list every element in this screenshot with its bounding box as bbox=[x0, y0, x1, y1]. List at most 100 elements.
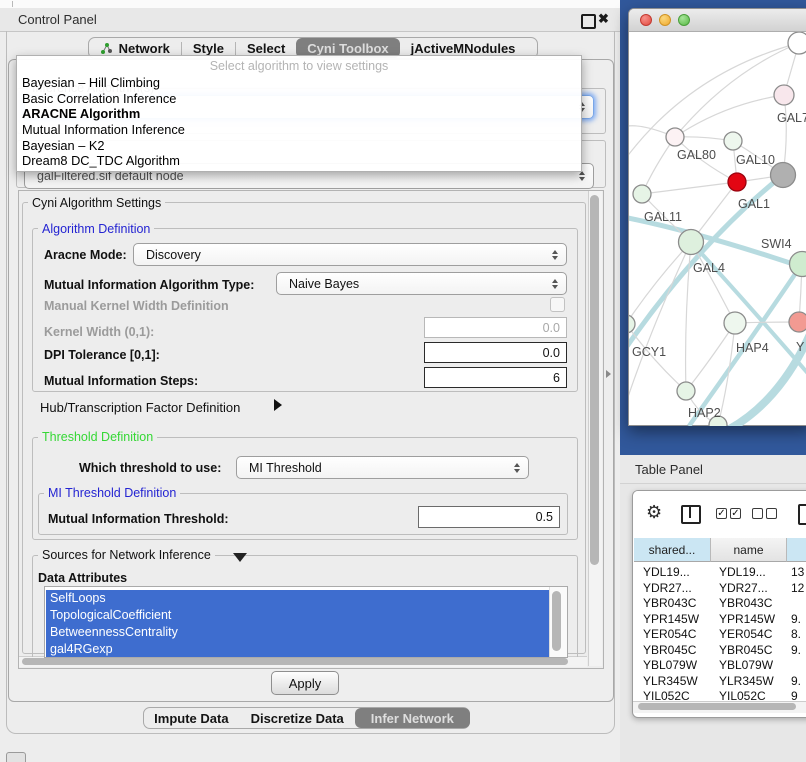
dpi-tolerance-label: DPI Tolerance [0,1]: bbox=[44, 348, 160, 362]
mi-threshold-title: MI Threshold Definition bbox=[44, 486, 180, 500]
table-row[interactable]: YBR043CYBR043C bbox=[634, 596, 806, 612]
node-label: GAL80 bbox=[677, 148, 716, 162]
mi-steps-input[interactable]: 6 bbox=[424, 367, 567, 388]
network-window: GAL7 GAL80 GAL10 GAL1 GAL11 GAL4 SWI4 HA… bbox=[628, 8, 806, 426]
node-label: Y bbox=[796, 340, 805, 354]
table-window: ⚙ ✓✓ shared... name YDL19...YDL19...13 Y… bbox=[632, 490, 806, 718]
data-attributes-listbox: SelfLoops TopologicalCoefficient Between… bbox=[44, 586, 568, 658]
node-label: SWI4 bbox=[761, 237, 792, 251]
table-row[interactable]: YBR045CYBR045C9. bbox=[634, 643, 806, 659]
table-horizontal-scrollbar-thumb[interactable] bbox=[638, 703, 796, 710]
tab-discretize-data[interactable]: Discretize Data bbox=[240, 708, 355, 728]
aracne-mode-value: Discovery bbox=[146, 248, 201, 262]
node-swi4[interactable] bbox=[790, 252, 806, 277]
network-canvas[interactable]: GAL7 GAL80 GAL10 GAL1 GAL11 GAL4 SWI4 HA… bbox=[629, 32, 806, 426]
manual-kernel-checkbox[interactable] bbox=[550, 297, 565, 312]
node-label: GAL11 bbox=[644, 210, 682, 224]
node-gal80[interactable] bbox=[666, 128, 684, 146]
split-columns-icon[interactable] bbox=[681, 505, 701, 524]
node-label: HAP4 bbox=[736, 341, 769, 355]
close-traffic-light[interactable] bbox=[640, 14, 652, 26]
node-label: GAL1 bbox=[738, 197, 770, 211]
splitpane-arrow-icon[interactable] bbox=[606, 370, 611, 378]
node-gal1-selected[interactable] bbox=[728, 173, 746, 191]
float-window-icon[interactable] bbox=[581, 14, 596, 29]
node-label: GAL7 bbox=[777, 111, 806, 125]
table-row[interactable]: YPR145WYPR145W9. bbox=[634, 612, 806, 628]
algorithm-dropdown-list: Select algorithm to view settings Bayesi… bbox=[16, 55, 582, 172]
gear-icon[interactable]: ⚙ bbox=[646, 502, 662, 523]
node-label: GAL10 bbox=[736, 153, 775, 167]
zoom-traffic-light[interactable] bbox=[678, 14, 690, 26]
mi-threshold-input[interactable]: 0.5 bbox=[418, 506, 560, 528]
application-root: Control Panel ✖ Network Style Select Cyn… bbox=[0, 0, 806, 762]
close-icon[interactable]: ✖ bbox=[598, 11, 609, 27]
new-table-icon[interactable] bbox=[798, 504, 806, 525]
node-gal10[interactable] bbox=[724, 132, 742, 150]
hub-expand-icon[interactable] bbox=[274, 399, 282, 411]
which-threshold-label: Which threshold to use: bbox=[79, 461, 221, 475]
kernel-width-input[interactable]: 0.0 bbox=[424, 317, 567, 338]
mi-type-combo[interactable]: Naive Bayes bbox=[276, 272, 567, 295]
manual-kernel-label: Manual Kernel Width Definition bbox=[44, 299, 229, 313]
table-row[interactable]: YLR345WYLR345W9. bbox=[634, 674, 806, 690]
sources-collapse-icon[interactable] bbox=[233, 553, 247, 562]
node-label: HAP2 bbox=[688, 406, 721, 420]
dropdown-item[interactable]: Mutual Information Inference bbox=[17, 122, 581, 138]
node-hap2[interactable] bbox=[677, 382, 695, 400]
table-row[interactable]: YER054CYER054C8. bbox=[634, 627, 806, 643]
table-row[interactable]: YBL079WYBL079W bbox=[634, 658, 806, 674]
dropdown-item[interactable]: Bayesian – Hill Climbing bbox=[17, 75, 581, 91]
dpi-tolerance-input[interactable]: 0.0 bbox=[424, 342, 567, 363]
dropdown-item[interactable]: Bayesian – K2 bbox=[17, 138, 581, 154]
table-row[interactable]: YDL19...YDL19...13 bbox=[634, 565, 806, 581]
tab-infer-network[interactable]: Infer Network bbox=[355, 708, 470, 728]
mi-steps-label: Mutual Information Steps: bbox=[44, 374, 198, 388]
select-all-checks-icon[interactable]: ✓✓ bbox=[716, 508, 741, 519]
node-gal11[interactable] bbox=[633, 185, 651, 203]
list-scrollbar-thumb[interactable] bbox=[552, 591, 561, 651]
docked-panel-icon[interactable] bbox=[6, 752, 26, 762]
apply-button[interactable]: Apply bbox=[271, 671, 339, 695]
column-header-partial[interactable] bbox=[787, 538, 806, 562]
list-item[interactable]: gal4RGexp bbox=[46, 641, 550, 658]
hub-definition-toggle[interactable]: Hub/Transcription Factor Definition bbox=[40, 400, 240, 415]
node-gal7[interactable] bbox=[774, 85, 794, 105]
table-panel-titlebar: Table Panel bbox=[620, 455, 806, 484]
node-gcy1[interactable] bbox=[629, 315, 635, 333]
node-label: GCY1 bbox=[632, 345, 666, 359]
sources-title[interactable]: Sources for Network Inference bbox=[38, 548, 215, 562]
node-salmon[interactable] bbox=[789, 312, 806, 332]
node-gal4[interactable] bbox=[679, 230, 704, 255]
list-item[interactable]: SelfLoops bbox=[46, 590, 550, 607]
combo-arrows-icon bbox=[552, 279, 558, 289]
deselect-all-checks-icon[interactable] bbox=[752, 508, 777, 519]
threshold-definition-title: Threshold Definition bbox=[38, 430, 157, 444]
table-rows: YDL19...YDL19...13 YDR27...YDR27...12 YB… bbox=[633, 565, 806, 701]
vertical-scrollbar-thumb[interactable] bbox=[590, 195, 599, 565]
column-header-name[interactable]: name bbox=[711, 538, 787, 562]
which-threshold-combo[interactable]: MI Threshold bbox=[236, 456, 529, 479]
node[interactable] bbox=[788, 32, 806, 54]
mi-type-label: Mutual Information Algorithm Type: bbox=[44, 278, 254, 292]
network-tab-icon bbox=[100, 42, 113, 55]
table-row[interactable]: YIL052CYIL052C9 bbox=[634, 689, 806, 701]
aracne-mode-combo[interactable]: Discovery bbox=[133, 243, 567, 266]
dropdown-item-selected[interactable]: ARACNE Algorithm bbox=[17, 106, 581, 122]
minimize-traffic-light[interactable] bbox=[659, 14, 671, 26]
list-item[interactable]: TopologicalCoefficient bbox=[46, 607, 550, 624]
node-label: GAL4 bbox=[693, 261, 725, 275]
table-toolbar: ⚙ ✓✓ bbox=[633, 491, 806, 538]
column-header-shared-name[interactable]: shared... bbox=[634, 538, 711, 562]
dropdown-item[interactable]: Dream8 DC_TDC Algorithm bbox=[17, 153, 581, 169]
node-hap4[interactable] bbox=[724, 312, 746, 334]
tab-impute-data[interactable]: Impute Data bbox=[143, 708, 239, 728]
network-window-titlebar[interactable] bbox=[629, 9, 806, 32]
horizontal-scrollbar-thumb[interactable] bbox=[22, 658, 568, 665]
dropdown-item[interactable]: Basic Correlation Inference bbox=[17, 91, 581, 107]
cyni-algorithm-settings-title: Cyni Algorithm Settings bbox=[28, 196, 165, 210]
combo-arrows-icon bbox=[579, 171, 585, 181]
table-row[interactable]: YDR27...YDR27...12 bbox=[634, 581, 806, 597]
list-item[interactable]: BetweennessCentrality bbox=[46, 624, 550, 641]
network-nodes bbox=[629, 32, 806, 426]
